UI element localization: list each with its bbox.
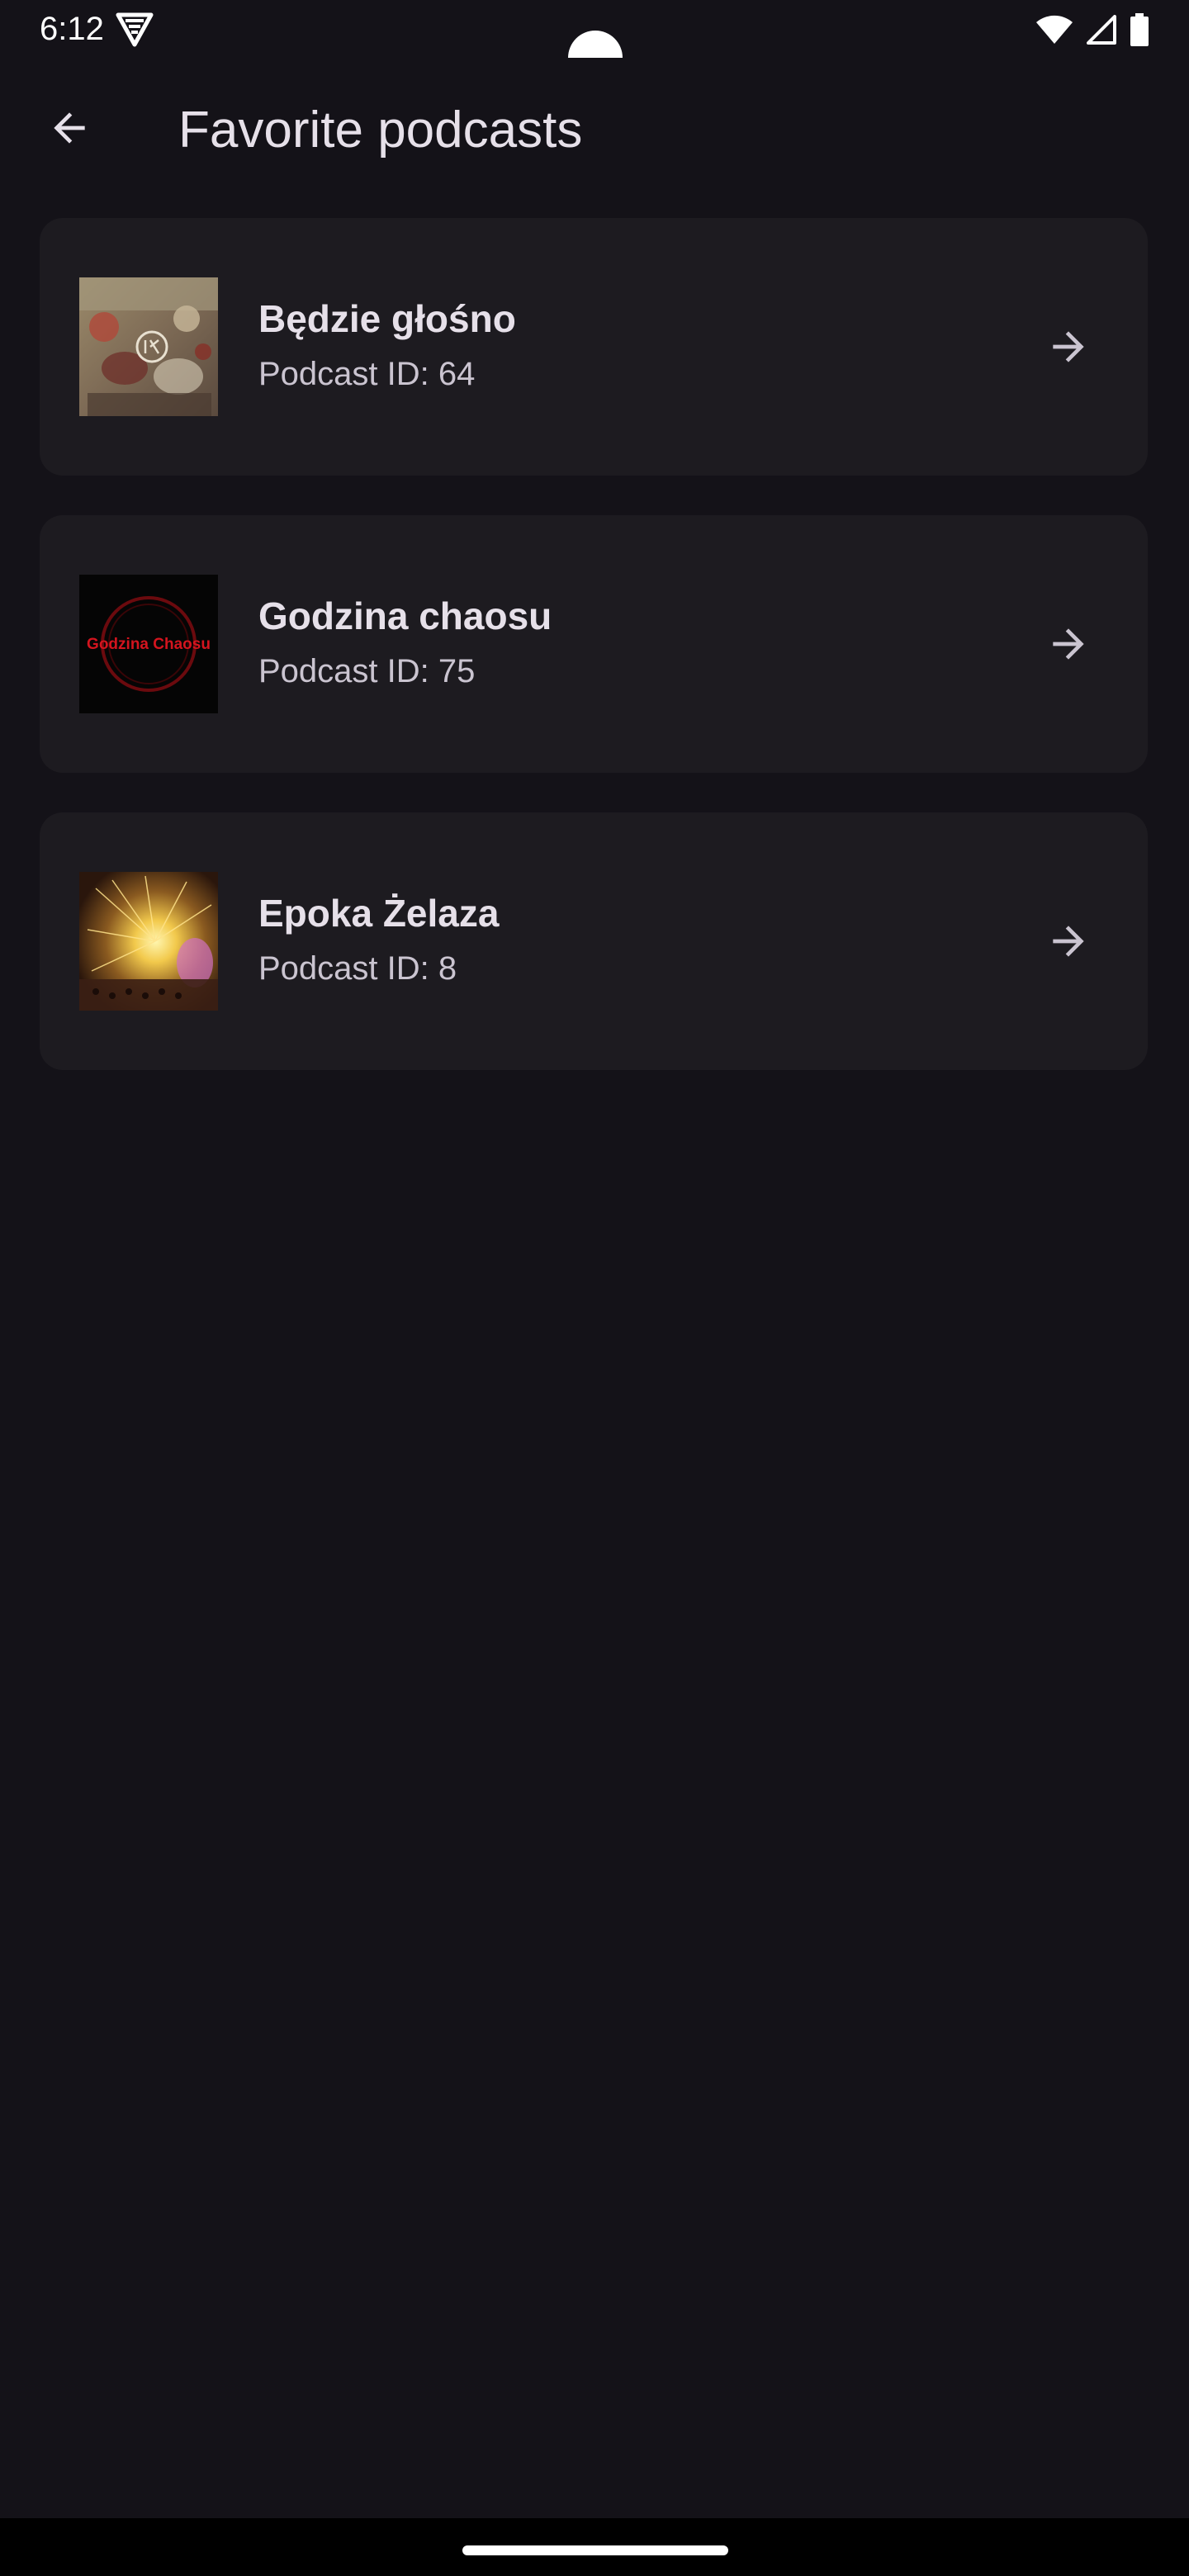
podcast-title: Godzina chaosu bbox=[258, 594, 552, 637]
arrow-forward-icon[interactable] bbox=[1029, 604, 1108, 684]
podcast-card[interactable]: Epoka Żelaza Podcast ID: 8 bbox=[40, 812, 1148, 1070]
arrow-back-icon bbox=[46, 105, 92, 155]
cellular-signal-icon bbox=[1087, 15, 1116, 45]
vpn-shield-icon bbox=[116, 12, 154, 48]
wifi-icon bbox=[1035, 15, 1073, 45]
cover-logo-text: Godzina Chaosu bbox=[87, 636, 211, 653]
top-app-bar: Favorite podcasts bbox=[0, 74, 1189, 182]
podcast-cover-image bbox=[79, 277, 218, 416]
navigation-bar bbox=[0, 2518, 1189, 2576]
podcast-card[interactable]: Godzina Chaosu Godzina chaosu Podcast ID… bbox=[40, 515, 1148, 773]
podcast-id: Podcast ID: 8 bbox=[258, 950, 457, 987]
podcast-list: Będzie głośno Podcast ID: 64 Godzina Cha… bbox=[40, 218, 1148, 1110]
podcast-title: Epoka Żelaza bbox=[258, 892, 500, 935]
podcast-cover-image: Godzina Chaosu bbox=[79, 575, 218, 713]
home-indicator[interactable] bbox=[462, 2545, 728, 2555]
status-icons bbox=[1035, 13, 1149, 46]
page-title: Favorite podcasts bbox=[178, 102, 583, 159]
podcast-id: Podcast ID: 64 bbox=[258, 356, 476, 392]
arrow-forward-icon[interactable] bbox=[1029, 307, 1108, 386]
back-button[interactable] bbox=[30, 90, 109, 169]
status-time: 6:12 bbox=[40, 11, 104, 47]
podcast-title: Będzie głośno bbox=[258, 297, 516, 340]
podcast-card[interactable]: Będzie głośno Podcast ID: 64 bbox=[40, 218, 1148, 476]
podcast-cover-image bbox=[79, 872, 218, 1011]
podcast-id: Podcast ID: 75 bbox=[258, 653, 476, 689]
camera-cutout bbox=[568, 25, 623, 58]
status-bar: 6:12 bbox=[0, 0, 1189, 58]
arrow-forward-icon[interactable] bbox=[1029, 902, 1108, 981]
battery-icon bbox=[1130, 13, 1149, 46]
